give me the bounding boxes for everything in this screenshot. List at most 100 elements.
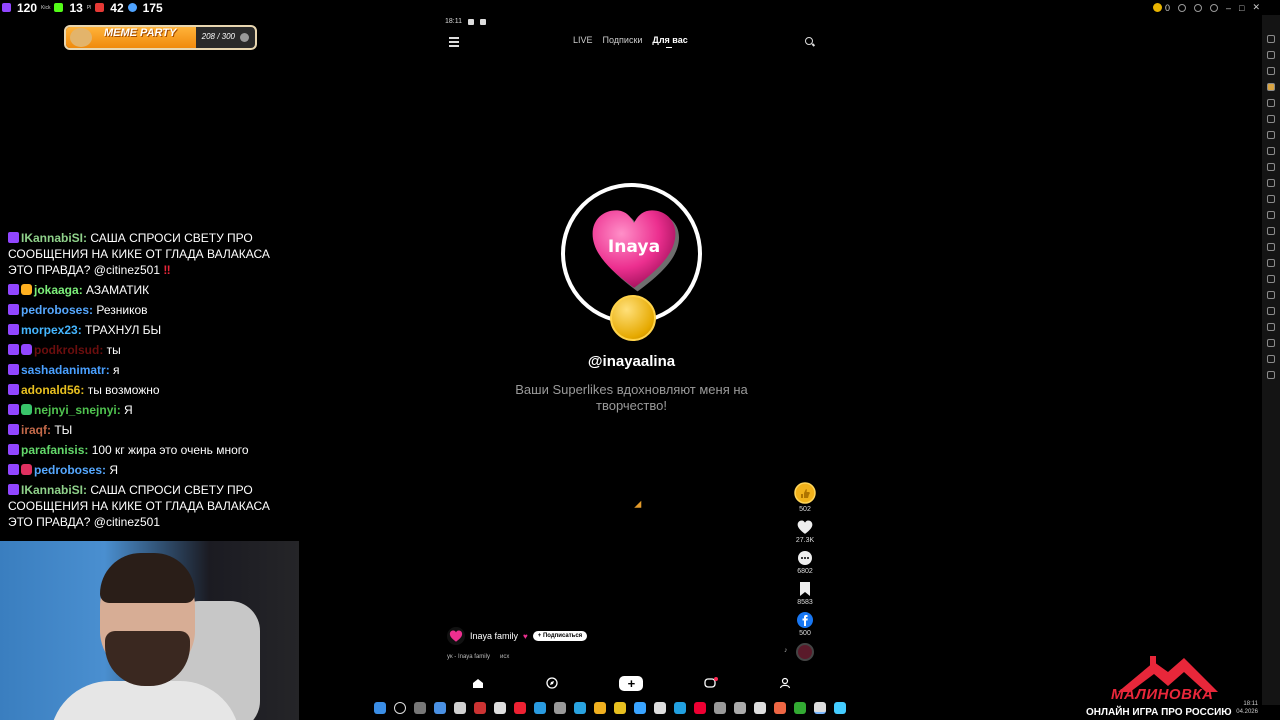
tab-for-you[interactable]: Для вас bbox=[652, 35, 688, 48]
coin-balance[interactable]: 0 bbox=[1153, 2, 1170, 13]
taskbar-app-icon[interactable] bbox=[754, 702, 766, 714]
settings-icon[interactable] bbox=[1210, 3, 1218, 12]
sidebar-tool-icon[interactable] bbox=[1267, 35, 1275, 43]
sidebar-tool-icon[interactable] bbox=[1267, 99, 1275, 107]
close-icon[interactable]: ✕ bbox=[1252, 2, 1260, 13]
action-heart[interactable]: 27.3K bbox=[796, 519, 814, 544]
sidebar-tool-icon[interactable] bbox=[1267, 51, 1275, 59]
chat-username[interactable]: pedroboses: bbox=[34, 463, 106, 477]
subscribe-button[interactable]: + Подписаться bbox=[532, 631, 588, 641]
creator-mini-avatar[interactable] bbox=[447, 627, 465, 645]
sidebar-tool-icon[interactable] bbox=[1267, 147, 1275, 155]
taskbar-app-icon[interactable] bbox=[834, 702, 846, 714]
sidebar-tool-icon[interactable] bbox=[1267, 115, 1275, 123]
action-comment[interactable]: 6802 bbox=[797, 550, 813, 575]
chat-username[interactable]: jokaaga: bbox=[34, 283, 83, 297]
creator-avatar[interactable]: Inaya bbox=[561, 183, 702, 341]
sidebar-tool-icon[interactable] bbox=[1267, 227, 1275, 235]
taskbar-app-icon[interactable] bbox=[774, 702, 786, 714]
taskbar-app-icon[interactable] bbox=[434, 702, 446, 714]
tab-live[interactable]: LIVE bbox=[573, 35, 593, 46]
messages-icon[interactable] bbox=[704, 676, 718, 690]
chat-username[interactable]: adonald56: bbox=[21, 383, 84, 397]
chat-emote: ‼ bbox=[163, 263, 171, 277]
taskbar-app-icon[interactable] bbox=[574, 702, 586, 714]
heart-logo-icon: Inaya bbox=[592, 210, 679, 292]
taskbar-app-icon[interactable] bbox=[814, 702, 826, 714]
chat-username[interactable]: pedroboses: bbox=[21, 303, 93, 317]
sidebar-tool-icon[interactable] bbox=[1267, 243, 1275, 251]
twitch-badge-icon bbox=[8, 464, 19, 475]
emulator-sidebar bbox=[1262, 15, 1280, 705]
sidebar-tool-icon[interactable] bbox=[1267, 323, 1275, 331]
sidebar-tool-icon[interactable] bbox=[1267, 211, 1275, 219]
taskbar-app-icon[interactable] bbox=[474, 702, 486, 714]
sidebar-tool-icon[interactable] bbox=[1267, 291, 1275, 299]
sidebar-tool-icon[interactable] bbox=[1267, 195, 1275, 203]
minimize-icon[interactable]: – bbox=[1226, 3, 1231, 13]
chat-username[interactable]: iraqf: bbox=[21, 423, 51, 437]
taskbar-app-icon[interactable] bbox=[714, 702, 726, 714]
creator-name[interactable]: Inaya family bbox=[470, 631, 518, 641]
taskbar-app-icon[interactable] bbox=[734, 702, 746, 714]
sidebar-tool-icon[interactable] bbox=[1267, 179, 1275, 187]
chat-username[interactable]: morpex23: bbox=[21, 323, 82, 337]
sidebar-tool-icon[interactable] bbox=[1267, 131, 1275, 139]
search-icon[interactable] bbox=[805, 37, 813, 45]
windows-start-icon[interactable] bbox=[374, 702, 386, 714]
discover-icon[interactable] bbox=[545, 676, 559, 690]
chat-text: АЗАМАТИК bbox=[86, 283, 150, 297]
create-button[interactable]: + bbox=[619, 675, 644, 691]
sidebar-tool-icon[interactable] bbox=[1267, 307, 1275, 315]
action-superlike-coin[interactable]: 502 bbox=[794, 482, 816, 513]
sidebar-tool-icon[interactable] bbox=[1267, 163, 1275, 171]
action-bookmark[interactable]: 8583 bbox=[797, 581, 813, 606]
help-icon[interactable] bbox=[1194, 3, 1202, 12]
creator-handle[interactable]: @inayaalina bbox=[441, 353, 822, 370]
chat-username[interactable]: IKannabiSI: bbox=[21, 483, 87, 497]
profile-icon[interactable] bbox=[778, 676, 792, 690]
sound-row[interactable]: ук - Inaya family исх bbox=[447, 654, 509, 660]
chat-username[interactable]: sashadanimatr: bbox=[21, 363, 110, 377]
clock-time: 18:11 bbox=[1243, 701, 1258, 707]
heart-icon-mini bbox=[449, 630, 463, 642]
chat-username[interactable]: podkrolsud: bbox=[34, 343, 103, 357]
sidebar-tool-icon[interactable] bbox=[1267, 67, 1275, 75]
kick-count: 13 bbox=[69, 0, 83, 15]
taskbar-app-icon[interactable] bbox=[554, 702, 566, 714]
sidebar-tool-icon[interactable] bbox=[1267, 275, 1275, 283]
taskbar-app-icon[interactable] bbox=[614, 702, 626, 714]
sidebar-tool-icon[interactable] bbox=[1267, 339, 1275, 347]
taskbar-app-icon[interactable] bbox=[454, 702, 466, 714]
chat-message: sashadanimatr: я bbox=[0, 360, 300, 380]
taskbar-app-icon[interactable] bbox=[414, 702, 426, 714]
taskbar-app-icon[interactable] bbox=[794, 702, 806, 714]
sidebar-tool-icon[interactable] bbox=[1267, 355, 1275, 363]
sidebar-tool-icon[interactable] bbox=[1267, 83, 1275, 91]
taskbar-app-icon[interactable] bbox=[534, 702, 546, 714]
chat-username[interactable]: parafanisis: bbox=[21, 443, 88, 457]
search-icon[interactable] bbox=[394, 702, 406, 714]
taskbar-app-icon[interactable] bbox=[514, 702, 526, 714]
taskbar-app-icon[interactable] bbox=[634, 702, 646, 714]
twitch-badge-icon bbox=[8, 404, 19, 415]
stat-label: Kick bbox=[41, 4, 51, 11]
sound-disc-icon[interactable] bbox=[796, 643, 814, 661]
taskbar-app-icon[interactable] bbox=[594, 702, 606, 714]
home-icon[interactable] bbox=[471, 676, 485, 690]
tab-subscriptions[interactable]: Подписки bbox=[603, 35, 643, 46]
chat-username[interactable]: nejnyi_snejnyi: bbox=[34, 403, 121, 417]
taskbar-app-icon[interactable] bbox=[494, 702, 506, 714]
taskbar-app-icon[interactable] bbox=[654, 702, 666, 714]
action-facebook[interactable]: 500 bbox=[797, 612, 813, 637]
taskbar-app-icon[interactable] bbox=[694, 702, 706, 714]
menu-icon[interactable] bbox=[449, 37, 459, 49]
maximize-icon[interactable]: □ bbox=[1239, 3, 1244, 13]
chat-username[interactable]: IKannabiSI: bbox=[21, 231, 87, 245]
taskbar-app-icon[interactable] bbox=[674, 702, 686, 714]
account-icon[interactable] bbox=[1178, 3, 1186, 12]
creator-row: Inaya family ♥ + Подписаться bbox=[447, 627, 588, 645]
sidebar-tool-icon[interactable] bbox=[1267, 259, 1275, 267]
chat-message: nejnyi_snejnyi: Я bbox=[0, 400, 300, 420]
sidebar-tool-icon[interactable] bbox=[1267, 371, 1275, 379]
